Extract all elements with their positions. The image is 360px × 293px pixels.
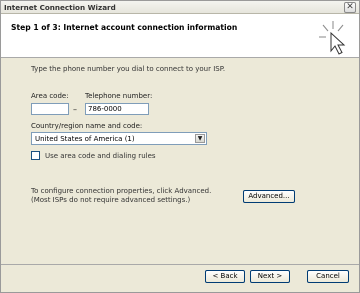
- close-button[interactable]: ✕: [344, 2, 356, 13]
- back-button[interactable]: < Back: [205, 270, 245, 283]
- configure-text-line2: (Most ISPs do not require advanced setti…: [31, 196, 191, 204]
- chevron-down-icon[interactable]: ▼: [195, 134, 205, 143]
- wizard-content: Type the phone number you dial to connec…: [1, 59, 359, 264]
- advanced-button[interactable]: Advanced...: [243, 190, 295, 203]
- area-code-input[interactable]: [31, 103, 69, 115]
- wizard-header: Step 1 of 3: Internet account connection…: [1, 14, 359, 58]
- configure-text-line1: To configure connection properties, clic…: [31, 187, 212, 195]
- sparkle-cursor-icon: [319, 21, 346, 55]
- instruction-text: Type the phone number you dial to connec…: [31, 65, 226, 73]
- cancel-button[interactable]: Cancel: [307, 270, 349, 283]
- footer-divider: [1, 264, 359, 265]
- configure-text: To configure connection properties, clic…: [31, 187, 211, 205]
- dialing-rules-checkbox[interactable]: [31, 151, 40, 160]
- wizard-window: Internet Connection Wizard ✕ Step 1 of 3…: [0, 0, 360, 293]
- country-label: Country/region name and code:: [31, 122, 143, 130]
- area-code-label: Area code:: [31, 92, 69, 100]
- step-title: Step 1 of 3: Internet account connection…: [11, 23, 238, 32]
- window-title: Internet Connection Wizard: [4, 3, 116, 12]
- phone-separator: –: [73, 105, 77, 114]
- title-bar[interactable]: Internet Connection Wizard ✕: [1, 1, 359, 14]
- telephone-label: Telephone number:: [85, 92, 153, 100]
- country-select-value: United States of America (1): [35, 135, 135, 143]
- telephone-input[interactable]: 786-0000: [85, 103, 149, 115]
- country-select[interactable]: United States of America (1) ▼: [31, 132, 207, 145]
- next-button[interactable]: Next >: [250, 270, 290, 283]
- dialing-rules-label[interactable]: Use area code and dialing rules: [45, 152, 156, 160]
